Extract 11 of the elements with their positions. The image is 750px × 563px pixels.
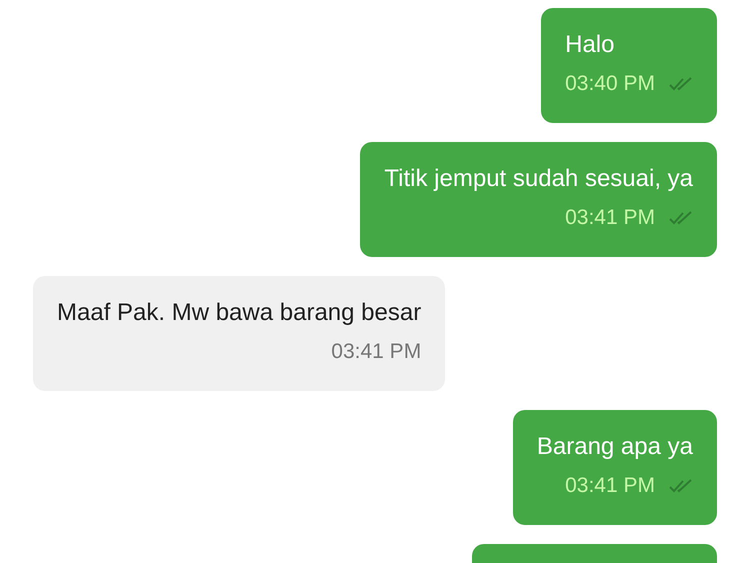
message-text: Titik jemput sudah sesuai, ya — [384, 164, 693, 194]
message-time: 03:41 PM — [565, 206, 655, 230]
message-text: Halo — [565, 30, 616, 60]
double-check-icon — [669, 211, 693, 225]
double-check-icon — [669, 479, 693, 493]
message-time: 03:41 PM — [565, 474, 655, 498]
message-time: 03:41 PM — [331, 340, 422, 364]
message-text: Maaf Pak. Mw bawa barang besar — [57, 298, 422, 328]
message-time: 03:40 PM — [565, 72, 655, 96]
double-check-icon — [669, 77, 693, 91]
message-text: Barang apa ya — [536, 432, 693, 462]
